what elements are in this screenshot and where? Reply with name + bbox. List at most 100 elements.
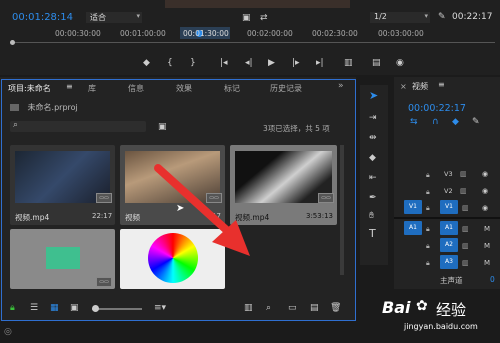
tab-menu-icon[interactable]: ≡ — [438, 80, 445, 89]
track-target-a1[interactable]: A1 — [440, 221, 458, 235]
clip-thumbnail-1[interactable]: ▭▭ 视频.mp4 22:17 — [10, 145, 115, 225]
track-lock-icon[interactable]: 🔒︎ — [426, 242, 430, 251]
clip-name: 视频.mp4 — [15, 213, 50, 222]
play-icon[interactable]: ▶ — [268, 58, 275, 68]
timeline-tab[interactable]: 视频 — [412, 81, 428, 92]
list-view-icon[interactable]: ☰ — [30, 303, 38, 313]
project-scrollbar[interactable] — [340, 145, 344, 275]
track-lock-icon[interactable]: 🔒︎ — [426, 259, 430, 268]
track-target-v1[interactable]: V1 — [440, 200, 458, 214]
track-lock-icon[interactable]: 🔒︎ — [426, 204, 430, 213]
track-select-icon[interactable]: ⇥ — [369, 113, 377, 123]
go-to-out-icon[interactable]: ▸| — [316, 58, 324, 68]
timeline-panel: × 视频 ≡ 00:00:22:17 ⇆ ∩ ◆ ✎ 🔒︎ V3 ▥ ◉ 🔒︎ … — [394, 77, 500, 289]
track-target-a3[interactable]: A3 — [440, 255, 458, 269]
slip-icon[interactable]: ⇤ — [369, 173, 377, 183]
zoom-slider[interactable] — [92, 308, 142, 310]
automate-to-sequence-icon[interactable]: ▥ — [244, 303, 253, 313]
fit-dropdown[interactable]: 适合 ▾ — [86, 12, 142, 23]
ruler-tick: 00:03:00:00 — [378, 29, 424, 38]
track-lock-icon[interactable]: 🔒︎ — [426, 225, 430, 234]
mute-icon[interactable]: M — [484, 242, 490, 250]
extract-icon[interactable]: ▤ — [372, 58, 381, 68]
panel-overflow-icon[interactable]: » — [338, 81, 344, 91]
project-file-row: 未命名.prproj — [10, 102, 78, 113]
source-patch-v1[interactable]: V1 — [404, 200, 422, 214]
mark-in-icon[interactable]: { — [167, 58, 173, 68]
watermark-url: jingyan.baidu.com — [404, 322, 478, 331]
time-ruler[interactable]: 00:00:30:00 00:01:00:00 00:01:30:00 00:0… — [0, 27, 500, 41]
export-frame-icon[interactable]: ▣ — [242, 13, 251, 23]
tab-effects[interactable]: 效果 — [176, 83, 192, 94]
new-bin-icon[interactable]: ▭ — [288, 303, 297, 313]
pen-icon[interactable]: ✒︎ — [369, 193, 377, 203]
in-point-dot[interactable] — [10, 40, 15, 45]
chevron-down-icon: ▾ — [136, 12, 140, 20]
sort-icon[interactable]: ≡▾ — [154, 303, 166, 313]
ruler-tick: 00:02:00:00 — [247, 29, 293, 38]
tab-markers[interactable]: 标记 — [224, 83, 240, 94]
sync-lock-icon[interactable]: ▥ — [462, 225, 469, 233]
eye-icon[interactable]: ◉ — [482, 204, 488, 212]
type-icon[interactable]: T — [369, 228, 376, 239]
razor-icon[interactable]: ◆ — [369, 153, 376, 163]
timeline-timecode[interactable]: 00:00:22:17 — [408, 103, 466, 114]
end-timecode: 00:22:17 — [452, 12, 493, 22]
ripple-edit-icon[interactable]: ⇹ — [369, 133, 377, 143]
sync-lock-icon[interactable]: ▥ — [462, 242, 469, 250]
insert-icon[interactable]: ⇄ — [260, 13, 268, 23]
tab-project[interactable]: 项目:未命名 — [8, 83, 51, 94]
eye-icon[interactable]: ◉ — [482, 170, 488, 178]
resolution-dropdown[interactable]: 1/2 ▾ — [370, 12, 430, 23]
lift-icon[interactable]: ▥ — [344, 58, 353, 68]
step-back-icon[interactable]: ◂| — [245, 58, 253, 68]
close-icon[interactable]: × — [400, 82, 407, 91]
mark-out-icon[interactable]: } — [190, 58, 196, 68]
ruler-tick: 00:01:00:00 — [120, 29, 166, 38]
settings-wrench-icon[interactable]: ✎ — [438, 12, 446, 22]
source-patch-a1[interactable]: A1 — [404, 221, 422, 235]
sync-lock-icon[interactable]: ▥ — [460, 170, 467, 178]
master-track-value[interactable]: 0 — [490, 275, 495, 284]
in-out-bar[interactable] — [10, 42, 495, 43]
marker-icon[interactable]: ◆ — [143, 58, 150, 68]
search-input[interactable]: ⌕ — [10, 120, 146, 132]
find-icon[interactable]: ⌕ — [266, 303, 271, 313]
add-marker-icon[interactable]: ◆ — [452, 117, 459, 127]
tab-info[interactable]: 信息 — [128, 83, 144, 94]
track-label-v3[interactable]: V3 — [444, 170, 453, 178]
track-lock-icon[interactable]: 🔒︎ — [426, 188, 430, 197]
sync-lock-icon[interactable]: ▥ — [462, 259, 469, 267]
track-label-v2[interactable]: V2 — [444, 187, 453, 195]
camera-icon[interactable]: ◉ — [396, 58, 404, 68]
eye-icon[interactable]: ◉ — [482, 187, 488, 195]
bin-search-icon[interactable]: ▣ — [158, 122, 167, 132]
lock-icon[interactable]: 🔒︎ — [10, 303, 15, 313]
timeline-settings-icon[interactable]: ✎ — [472, 117, 480, 127]
icon-view-icon[interactable]: ▦ — [50, 303, 59, 313]
linked-selection-icon[interactable]: ∩ — [432, 117, 439, 127]
step-forward-icon[interactable]: |▸ — [292, 58, 300, 68]
selection-tool-icon[interactable]: ➤ — [369, 90, 378, 101]
track-lock-icon[interactable]: 🔒︎ — [426, 171, 430, 180]
program-timecode[interactable]: 00:01:28:14 — [12, 12, 73, 23]
audio-clip-thumbnail[interactable]: ▭▭ — [10, 229, 115, 289]
snap-icon[interactable]: ⇆ — [410, 117, 418, 127]
tab-history[interactable]: 历史记录 — [270, 83, 302, 94]
tab-menu-icon[interactable]: ≡ — [66, 82, 73, 91]
trash-icon[interactable]: 🗑︎ — [330, 303, 341, 313]
mute-icon[interactable]: M — [484, 225, 490, 233]
new-item-icon[interactable]: ▤ — [310, 303, 319, 313]
go-to-in-icon[interactable]: |◂ — [220, 58, 228, 68]
mouse-cursor-icon: ➤ — [176, 203, 185, 214]
sync-lock-icon[interactable]: ▥ — [460, 187, 467, 195]
freeform-view-icon[interactable]: ▣ — [70, 303, 79, 313]
sync-lock-icon[interactable]: ▥ — [462, 204, 469, 212]
program-monitor: 00:01:28:14 适合 ▾ ▣ ⇄ 1/2 ▾ ✎ 00:22:17 00… — [0, 0, 500, 75]
mute-icon[interactable]: M — [484, 259, 490, 267]
track-target-a2[interactable]: A2 — [440, 238, 458, 252]
tab-library[interactable]: 库 — [88, 83, 96, 94]
zoom-slider-thumb[interactable] — [92, 305, 99, 312]
hand-icon[interactable]: ✋︎ — [369, 211, 374, 221]
status-icon: ◎ — [4, 327, 12, 337]
